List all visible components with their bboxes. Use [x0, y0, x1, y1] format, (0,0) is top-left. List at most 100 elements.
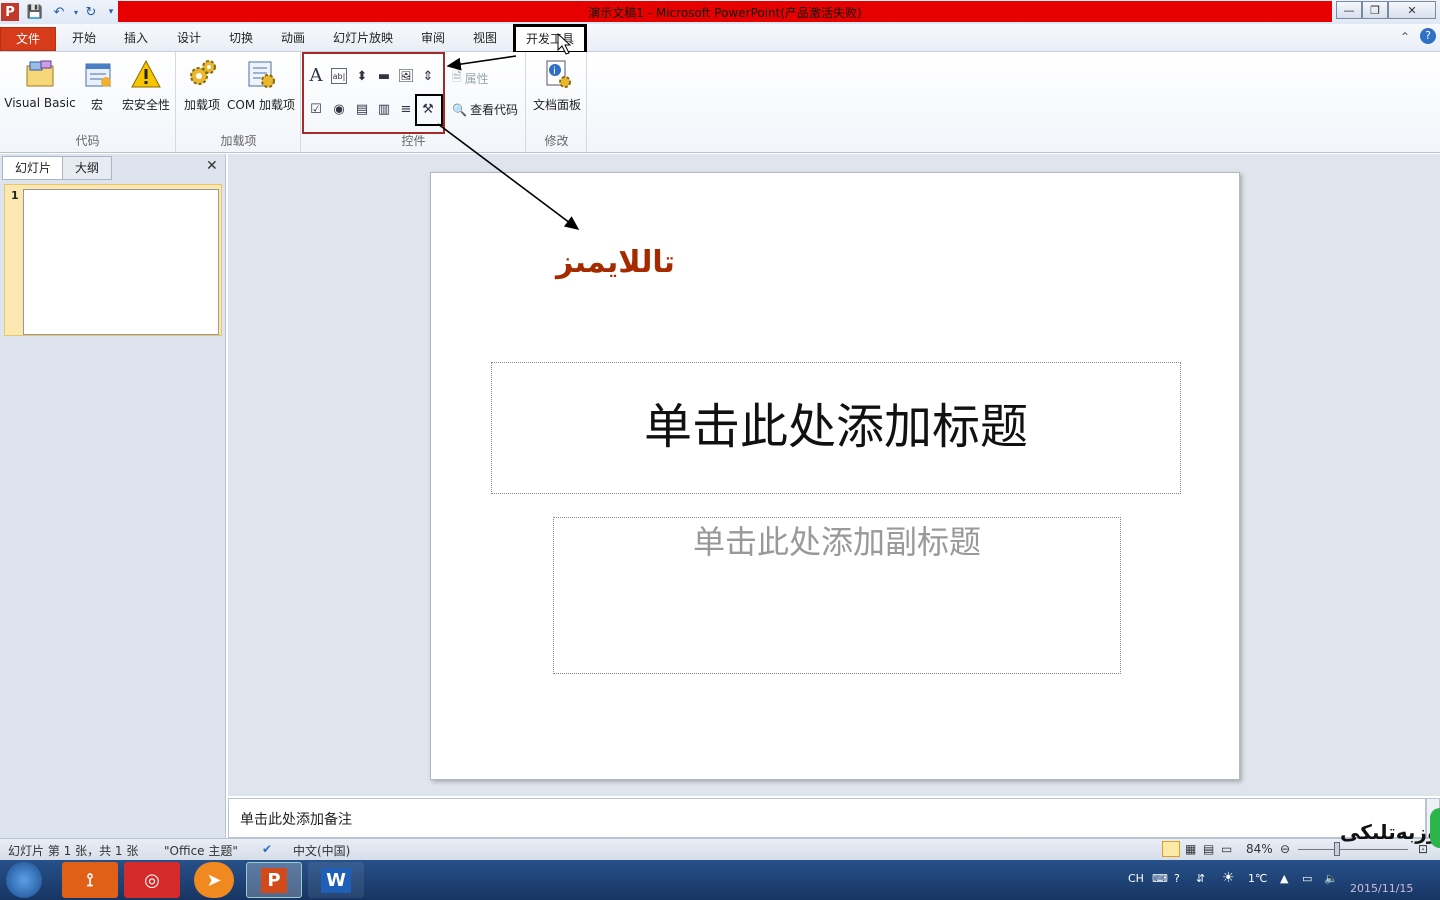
notes-pane[interactable]: 单击此处添加备注 [228, 798, 1426, 838]
tray-volume-icon[interactable]: 🔈 [1324, 872, 1338, 885]
slide-canvas[interactable]: 单击此处添加标题 单击此处添加副标题 [430, 172, 1240, 780]
group-modify-label: 修改 [544, 134, 569, 148]
slide-sorter-view-icon[interactable]: ▦ [1185, 842, 1196, 856]
view-code-label: 查看代码 [469, 103, 518, 117]
language-status[interactable]: 中文(中国) [293, 842, 350, 859]
normal-view-icon[interactable] [1162, 841, 1180, 857]
side-widget[interactable] [1430, 808, 1440, 848]
group-code-label: 代码 [75, 134, 100, 148]
reading-view-icon[interactable]: ▤ [1203, 842, 1214, 856]
tab-slideshow[interactable]: 幻灯片放映 [325, 27, 401, 51]
view-code-icon: 🔍 [452, 102, 467, 117]
zoom-slider-thumb[interactable] [1334, 842, 1340, 856]
warning-icon [128, 56, 164, 92]
redo-icon[interactable]: ↻ [82, 3, 100, 21]
taskbar-app-word[interactable]: W [308, 862, 364, 898]
tab-developer[interactable]: 开发工具 [513, 24, 587, 54]
tray-weather-icon[interactable]: ☀ [1222, 870, 1235, 886]
macro-security-label: 宏安全性 [121, 98, 170, 112]
slide-thumbnail-selected[interactable]: 1 [4, 184, 222, 336]
notes-placeholder[interactable]: 单击此处添加备注 [240, 809, 352, 829]
macro-security-button[interactable]: 宏安全性 [118, 56, 174, 113]
start-button[interactable] [6, 862, 42, 898]
more-controls-highlight-box [415, 94, 443, 126]
tab-view[interactable]: 视图 [465, 27, 505, 51]
tray-ime-icon[interactable]: ⇵ [1196, 872, 1205, 885]
fit-slide-icon[interactable]: ⊡ [1418, 842, 1428, 856]
taskbar-app-reader[interactable]: ⟟ [62, 862, 118, 898]
group-addins: 加载项 COM 加载项 加载项 [177, 52, 301, 152]
zoom-slider[interactable] [1298, 849, 1408, 850]
tab-file[interactable]: 文件 [0, 27, 56, 51]
tab-review[interactable]: 审阅 [413, 27, 453, 51]
tray-date: 2015/11/15 [1350, 882, 1414, 895]
tab-slides[interactable]: 幻灯片 [2, 156, 65, 180]
group-code: Visual Basic 宏 宏安全性 代码 [0, 52, 176, 152]
tab-home[interactable]: 开始 [64, 27, 104, 51]
zoom-out-icon[interactable]: ⊖ [1280, 842, 1290, 856]
tab-insert[interactable]: 插入 [116, 27, 156, 51]
ribbon-tabs: 文件 开始 插入 设计 切换 动画 幻灯片放映 审阅 视图 开发工具 ⌃ ? [0, 24, 1440, 54]
tray-expand-icon[interactable]: ▲ [1280, 872, 1288, 885]
tab-design[interactable]: 设计 [169, 27, 209, 51]
taskbar-app-player[interactable]: ➤ [194, 862, 234, 898]
window-title: 演示文稿1 - Microsoft PowerPoint(产品激活失败) [588, 6, 862, 20]
slide-count-status: 幻灯片 第 1 张，共 1 张 [8, 844, 139, 858]
macro-icon [80, 56, 116, 92]
view-code-button[interactable]: 🔍 查看代码 [452, 101, 518, 118]
addins-button[interactable]: 加载项 [181, 56, 223, 113]
document-panel-button[interactable]: i 文档面板 [531, 56, 583, 113]
theme-status: "Office 主题" [164, 844, 238, 858]
svg-text:i: i [553, 66, 556, 77]
tray-help-icon[interactable]: ? [1174, 872, 1180, 885]
zoom-level[interactable]: 84% [1246, 842, 1273, 856]
title-bar: P 💾 ↶ ▾ ↻ ▾ 演示文稿1 - Microsoft PowerPoint… [0, 0, 1440, 24]
tray-keyboard-icon[interactable]: ⌨ [1152, 872, 1168, 885]
tray-language[interactable]: CH [1128, 872, 1144, 885]
group-addins-label: 加载项 [220, 134, 257, 148]
slideshow-view-icon[interactable]: ▭ [1221, 842, 1232, 856]
taskbar-app-music[interactable]: ◎ [124, 862, 180, 898]
annotation-text: تاللايمىز [556, 245, 675, 280]
tray-network-icon[interactable]: ▭ [1302, 872, 1312, 885]
properties-label: 属性 [464, 72, 489, 86]
slide-thumbnail[interactable] [23, 189, 219, 335]
slides-pane: 幻灯片 大纲 ✕ 1 [0, 154, 226, 838]
help-icon[interactable]: ? [1420, 28, 1436, 44]
visual-basic-label: Visual Basic [4, 96, 76, 110]
group-modify: i 文档面板 修改 [527, 52, 587, 152]
undo-icon[interactable]: ↶ [50, 3, 68, 21]
spellcheck-icon[interactable]: ✔ [262, 842, 272, 856]
slide-number: 1 [11, 189, 19, 202]
visual-basic-icon [22, 56, 58, 92]
subtitle-placeholder[interactable]: 单击此处添加副标题 [553, 517, 1121, 674]
visual-basic-button[interactable]: Visual Basic [4, 56, 76, 110]
group-controls: A ab| ⬍ ▬ 🖼 ⇕ ☑ ◉ ▤ ▥ ≡ ⚒ 🗎 属性 🔍 查看代码 控件 [302, 52, 526, 152]
status-bar: 幻灯片 第 1 张，共 1 张 "Office 主题" ✔ 中文(中国) ▦ ▤… [0, 838, 1440, 860]
tab-animations[interactable]: 动画 [273, 27, 313, 51]
com-addins-button[interactable]: COM 加载项 [225, 56, 297, 113]
ribbon: Visual Basic 宏 宏安全性 代码 加载项 COM 加载项 加载项 A… [0, 52, 1440, 153]
collapse-ribbon-icon[interactable]: ⌃ [1400, 30, 1410, 44]
tab-transitions[interactable]: 切换 [221, 27, 261, 51]
close-window-button[interactable]: ✕ [1388, 1, 1436, 19]
powerpoint-app-icon[interactable]: P [1, 3, 19, 21]
taskbar-app-powerpoint[interactable]: P [246, 862, 302, 898]
group-controls-label: 控件 [401, 134, 426, 148]
document-panel-icon: i [539, 56, 575, 92]
taskbar: ⟟ ◎ ➤ P W CH ⌨ ? ⇵ ☀ 1℃ ▲ ▭ 🔈 2015/11/15 [0, 860, 1440, 900]
gears-icon [184, 56, 220, 92]
save-icon[interactable]: 💾 [26, 3, 44, 21]
watermark-logo: روزبەتلىكى [1340, 820, 1440, 844]
macro-button[interactable]: 宏 [80, 56, 114, 113]
addins-label: 加载项 [183, 98, 220, 112]
title-placeholder[interactable]: 单击此处添加标题 [491, 362, 1181, 494]
properties-icon: 🗎 [452, 70, 462, 84]
document-panel-label: 文档面板 [532, 98, 581, 112]
restore-button[interactable]: ❐ [1362, 1, 1388, 19]
minimize-button[interactable]: — [1336, 1, 1362, 19]
close-pane-icon[interactable]: ✕ [206, 158, 218, 174]
properties-button[interactable]: 🗎 属性 [452, 68, 489, 89]
com-addins-label: COM 加载项 [227, 98, 295, 112]
tab-outline[interactable]: 大纲 [62, 156, 113, 180]
